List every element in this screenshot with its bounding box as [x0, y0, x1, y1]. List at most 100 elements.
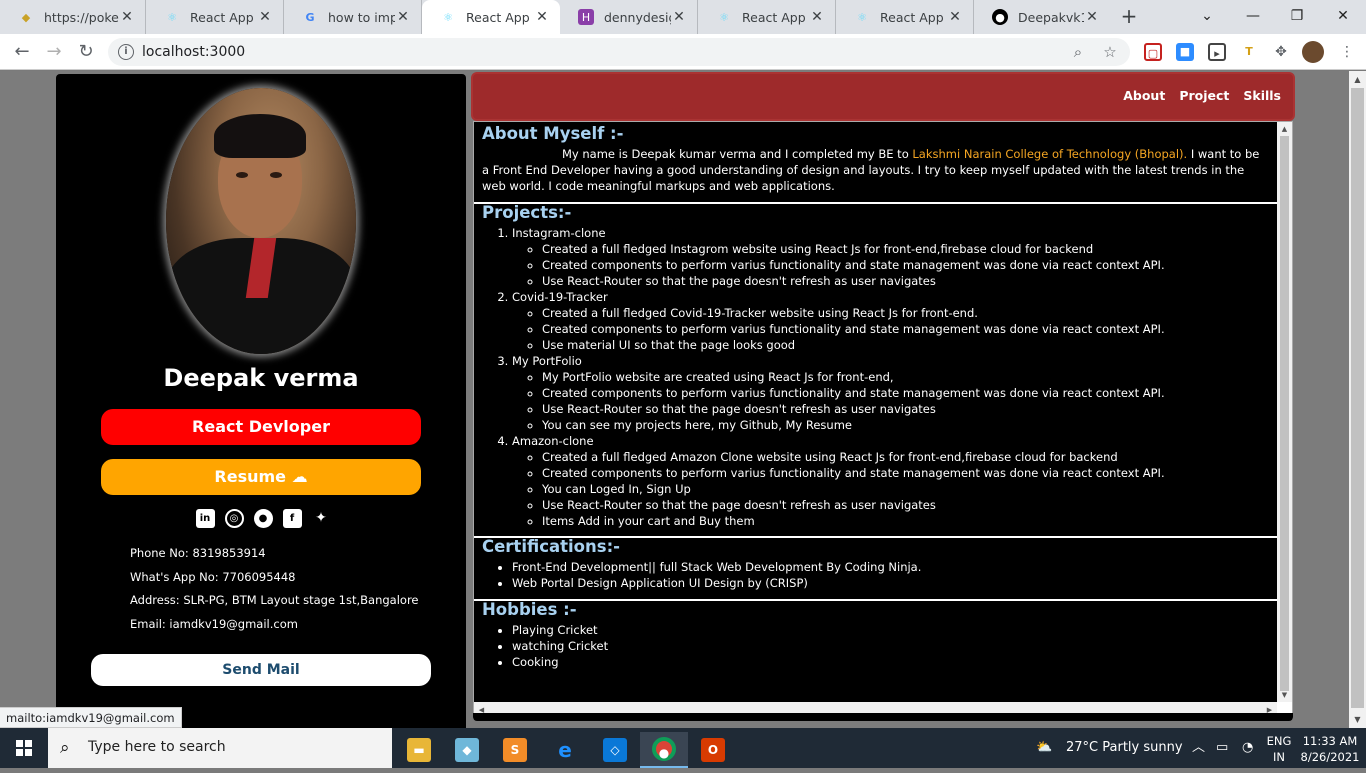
start-button[interactable]: [0, 728, 48, 768]
nav-skills-link[interactable]: Skills: [1243, 88, 1281, 103]
media-extension-icon[interactable]: ▸: [1208, 43, 1226, 61]
search-icon: ⌕: [60, 738, 70, 758]
close-tab-icon[interactable]: ✕: [947, 9, 963, 25]
content-vertical-scrollbar[interactable]: ▲ ▼: [1277, 122, 1292, 702]
windows-icon: [16, 740, 32, 756]
close-tab-icon[interactable]: ✕: [534, 9, 550, 25]
nav-about-link[interactable]: About: [1123, 88, 1165, 103]
social-links: in ◎ ● f ✦: [193, 509, 333, 529]
list-item: Created components to perform varius fun…: [542, 465, 1269, 481]
list-item: You can Loged In, Sign Up: [542, 481, 1269, 497]
menu-icon[interactable]: ⋮: [1338, 43, 1356, 61]
close-window-button[interactable]: ✕: [1320, 0, 1366, 34]
sublime-text-icon[interactable]: S: [491, 732, 539, 768]
resume-button[interactable]: Resume ☁: [101, 459, 421, 495]
top-navbar: About Project Skills: [473, 74, 1293, 119]
list-item: Instagram-clone Created a full fledged I…: [512, 225, 1269, 289]
browser-tab[interactable]: ⚛ React App ✕: [836, 0, 974, 34]
back-icon[interactable]: ←: [10, 40, 34, 64]
send-mail-button[interactable]: Send Mail: [91, 654, 431, 686]
browser-tab[interactable]: ● Deepakvk14 ( ✕: [974, 0, 1110, 34]
crystal-app-icon[interactable]: ◆: [443, 732, 491, 768]
vscode-icon[interactable]: ◇: [591, 732, 639, 768]
puzzle-icon[interactable]: ✥: [1272, 43, 1290, 61]
taskbar-search[interactable]: ⌕ Type here to search: [48, 728, 392, 768]
browser-tab[interactable]: H dennydesigns ✕: [560, 0, 698, 34]
browser-tab[interactable]: G how to impor ✕: [284, 0, 422, 34]
list-item: Created components to perform varius fun…: [542, 321, 1269, 337]
tray-chevron-icon[interactable]: ︿: [1192, 728, 1205, 768]
clock[interactable]: 11:33 AM 8/26/2021: [1298, 733, 1362, 773]
scroll-up-icon[interactable]: ▲: [1277, 122, 1292, 136]
site-info-icon[interactable]: i: [118, 44, 134, 60]
list-item: Created components to perform varius fun…: [542, 385, 1269, 401]
linkedin-icon[interactable]: in: [195, 509, 215, 528]
chrome-icon[interactable]: ●: [640, 732, 688, 768]
role-button[interactable]: React Devloper: [101, 409, 421, 445]
close-tab-icon[interactable]: ✕: [809, 9, 825, 25]
page-viewport: Deepak verma React Devloper Resume ☁ in …: [0, 71, 1349, 728]
list-item: Created components to perform varius fun…: [542, 257, 1269, 273]
github-icon[interactable]: ●: [253, 509, 273, 528]
resume-label: Resume: [214, 467, 287, 486]
react-icon: ⚛: [443, 10, 453, 24]
address-bar[interactable]: i localhost:3000 ⌕ ☆: [108, 38, 1130, 66]
avatar[interactable]: [1302, 41, 1324, 63]
scroll-down-icon[interactable]: ▼: [1277, 688, 1292, 702]
network-icon[interactable]: ▭: [1216, 728, 1228, 768]
certifications-section: Certifications:- Front-End Development||…: [474, 537, 1277, 599]
file-explorer-icon[interactable]: ▬: [395, 732, 443, 768]
close-tab-icon[interactable]: ✕: [395, 9, 411, 25]
browser-tab[interactable]: ◆ https://pokea ✕: [0, 0, 146, 34]
profile-card: Deepak verma React Devloper Resume ☁ in …: [56, 74, 466, 728]
list-item: watching Cricket: [512, 638, 1269, 654]
github-icon: ●: [992, 9, 1008, 25]
list-item: Front-End Development|| full Stack Web D…: [512, 559, 1269, 575]
language-indicator[interactable]: ENG IN: [1264, 733, 1294, 773]
wifi-icon[interactable]: ◔: [1242, 728, 1253, 768]
hobbies-section: Hobbies :- Playing Cricket watching Cric…: [474, 600, 1277, 702]
scroll-up-icon[interactable]: ▲: [1349, 71, 1366, 88]
nav-project-link[interactable]: Project: [1179, 88, 1229, 103]
browser-tab[interactable]: ⚛ React App ✕: [698, 0, 836, 34]
facebook-icon[interactable]: f: [282, 509, 302, 528]
close-tab-icon[interactable]: ✕: [119, 9, 135, 25]
weather-icon[interactable]: ⛅: [1036, 728, 1052, 768]
close-tab-icon[interactable]: ✕: [257, 9, 273, 25]
internet-explorer-icon[interactable]: e: [541, 732, 589, 768]
windows-taskbar: ⌕ Type here to search ▬ ◆ S e ◇ ● O ⛅ 27…: [0, 728, 1366, 768]
url-text[interactable]: localhost:3000: [142, 44, 245, 60]
scroll-down-icon[interactable]: ▼: [1349, 711, 1366, 728]
extension-icon[interactable]: ▢: [1144, 43, 1162, 61]
office-icon[interactable]: O: [689, 732, 737, 768]
page-scrollbar[interactable]: ▲ ▼: [1349, 71, 1366, 728]
content-panel[interactable]: About Myself :- My name is Deepak kumar …: [473, 121, 1293, 719]
list-item: Covid-19-Tracker Created a full fledged …: [512, 289, 1269, 353]
instagram-icon[interactable]: ◎: [224, 509, 244, 528]
tab-search-icon[interactable]: ⌄: [1184, 0, 1230, 34]
close-tab-icon[interactable]: ✕: [1084, 9, 1100, 25]
weather-text[interactable]: 27°C Partly sunny: [1066, 728, 1183, 768]
projects-heading: Projects:-: [482, 203, 572, 222]
zoom-icon[interactable]: ⌕: [1068, 42, 1088, 62]
close-tab-icon[interactable]: ✕: [671, 9, 687, 25]
bookmark-star-icon[interactable]: ☆: [1100, 42, 1120, 62]
new-tab-button[interactable]: +: [1118, 5, 1140, 27]
zoom-extension-icon[interactable]: ■: [1176, 43, 1194, 61]
tab-strip: ◆ https://pokea ✕ ⚛ React App ✕ G how to…: [0, 0, 1366, 34]
list-item: Playing Cricket: [512, 622, 1269, 638]
twitter-icon[interactable]: ✦: [311, 509, 331, 528]
minimize-button[interactable]: —: [1230, 0, 1276, 34]
list-item: My PortFolio My PortFolio website are cr…: [512, 353, 1269, 433]
list-item: Cooking: [512, 654, 1269, 670]
browser-tab[interactable]: ⚛ React App ✕: [146, 0, 284, 34]
list-item: You can see my projects here, my Github,…: [542, 417, 1269, 433]
certifications-heading: Certifications:-: [482, 537, 621, 556]
reload-icon[interactable]: ↻: [74, 40, 98, 64]
translate-extension-icon[interactable]: T: [1240, 43, 1258, 61]
browser-tab-active[interactable]: ⚛ React App ✕: [422, 0, 560, 34]
pokeapi-icon: ◆: [21, 10, 31, 24]
restore-button[interactable]: ❐: [1274, 0, 1320, 34]
forward-icon[interactable]: →: [42, 40, 66, 64]
projects-list: Instagram-clone Created a full fledged I…: [512, 225, 1269, 529]
